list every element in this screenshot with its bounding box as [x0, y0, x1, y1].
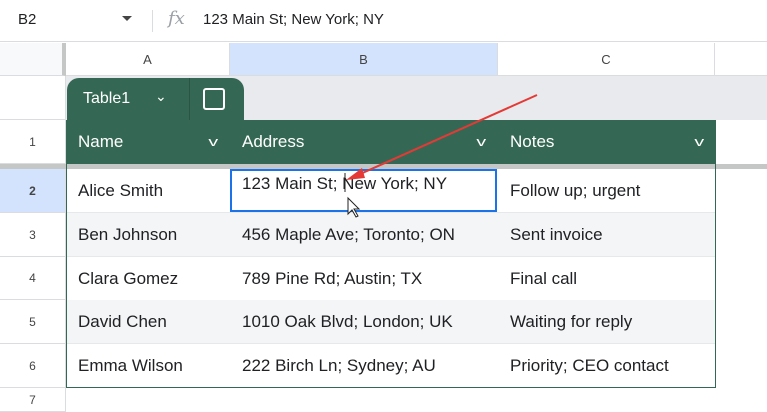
- row-header-7[interactable]: 7: [0, 388, 66, 412]
- header-label: Notes: [510, 132, 555, 151]
- chevron-down-icon[interactable]: ⌄: [155, 88, 167, 105]
- table-name[interactable]: Table1: [83, 90, 130, 108]
- cell-notes[interactable]: Sent invoice: [498, 213, 716, 257]
- table-name-chip[interactable]: Table1 ⌄: [67, 78, 244, 120]
- fx-icon: fx: [168, 8, 185, 29]
- cell-address[interactable]: 456 Maple Ave; Toronto; ON: [230, 213, 498, 257]
- chevron-down-icon[interactable]: v: [208, 120, 218, 164]
- cell-name[interactable]: Clara Gomez: [66, 257, 230, 301]
- divider: [189, 78, 190, 120]
- header-address[interactable]: Address v: [230, 120, 498, 164]
- select-all-corner[interactable]: [0, 43, 66, 76]
- header-label: Address: [242, 132, 305, 151]
- name-box-dropdown-icon[interactable]: [122, 16, 132, 21]
- header-label: Name: [78, 132, 124, 151]
- name-box[interactable]: B2: [18, 11, 36, 28]
- cell-notes[interactable]: Final call: [498, 257, 716, 301]
- cell-name[interactable]: Alice Smith: [66, 169, 230, 213]
- cell-name[interactable]: David Chen: [66, 300, 230, 344]
- column-header-d[interactable]: [715, 43, 767, 76]
- cell-notes[interactable]: Follow up; urgent: [498, 169, 716, 213]
- column-header-a[interactable]: A: [66, 43, 230, 76]
- header-name[interactable]: Name v: [66, 120, 230, 164]
- cell-address[interactable]: 789 Pine Rd; Austin; TX: [230, 257, 498, 301]
- row-header-6[interactable]: 6: [0, 344, 66, 388]
- cell-name[interactable]: Ben Johnson: [66, 213, 230, 257]
- row-header-1[interactable]: 1: [0, 120, 66, 164]
- selected-cell-b2[interactable]: [230, 169, 497, 212]
- row-header-2[interactable]: 2: [0, 169, 66, 213]
- cell-address[interactable]: 1010 Oak Blvd; London; UK: [230, 300, 498, 344]
- formula-bar: B2 fx 123 Main St; New York; NY: [0, 0, 767, 42]
- chevron-down-icon[interactable]: v: [694, 120, 704, 164]
- cell-address[interactable]: 222 Birch Ln; Sydney; AU: [230, 344, 498, 388]
- row-header-3[interactable]: 3: [0, 213, 66, 257]
- column-header-c[interactable]: C: [498, 43, 715, 76]
- cell-name[interactable]: Emma Wilson: [66, 344, 230, 388]
- formula-input[interactable]: 123 Main St; New York; NY: [203, 11, 384, 28]
- row-header-4[interactable]: 4: [0, 257, 66, 300]
- header-notes[interactable]: Notes v: [498, 120, 716, 164]
- cell-notes[interactable]: Waiting for reply: [498, 300, 716, 344]
- column-header-b[interactable]: B: [230, 43, 498, 76]
- chevron-down-icon[interactable]: v: [476, 120, 486, 164]
- row-header-5[interactable]: 5: [0, 300, 66, 344]
- cell-notes[interactable]: Priority; CEO contact: [498, 344, 716, 388]
- table-calculator-icon[interactable]: [203, 88, 225, 110]
- row-header-blank: [0, 76, 66, 120]
- divider: [152, 10, 153, 32]
